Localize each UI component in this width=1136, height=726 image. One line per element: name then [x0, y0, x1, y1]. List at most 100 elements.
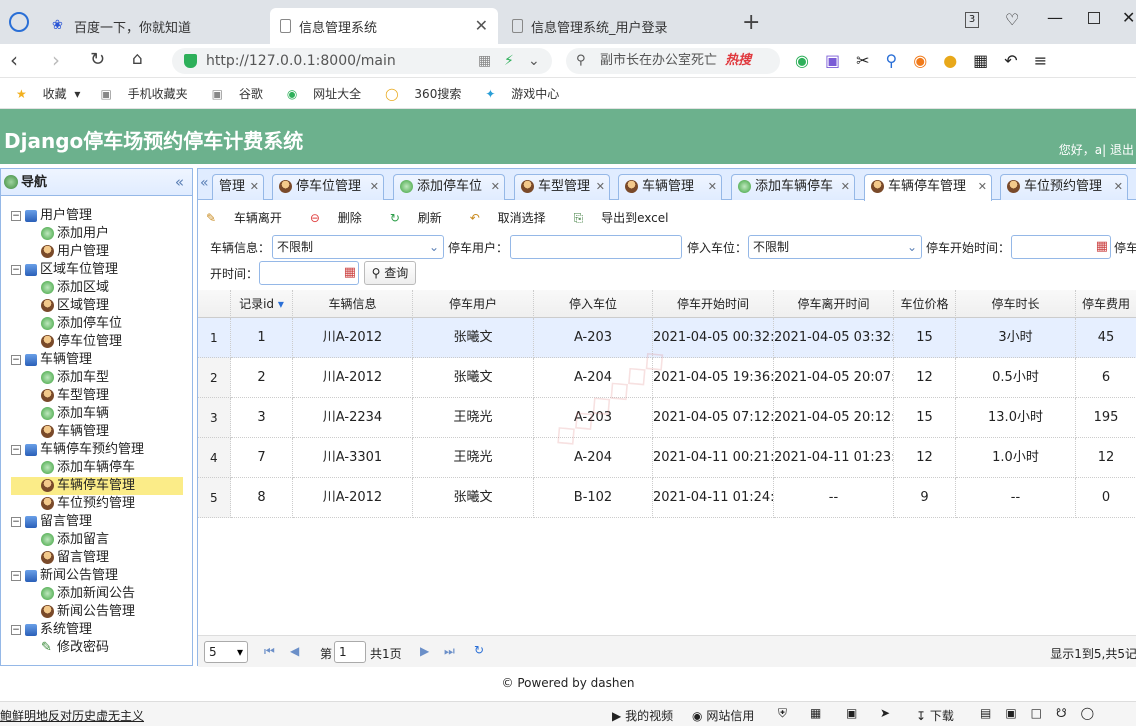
close-tab-icon[interactable]: ✕	[370, 175, 379, 199]
sidebar-item[interactable]: 用户管理	[41, 243, 183, 261]
sidebar-item[interactable]: 车辆管理	[41, 423, 183, 441]
sidebar-item[interactable]: 添加停车位	[41, 315, 183, 333]
sidebar-item[interactable]: 区域管理	[41, 297, 183, 315]
close-tab-icon[interactable]: ✕	[978, 175, 987, 199]
sidebar-item[interactable]: 车型管理	[41, 387, 183, 405]
new-tab-icon[interactable]: +	[742, 10, 760, 35]
sidebar-item[interactable]: 添加留言	[41, 531, 183, 549]
collapse-node-icon[interactable]: −	[11, 264, 21, 275]
browser-logo-icon[interactable]	[9, 12, 29, 32]
browser-tab-main[interactable]: 信息管理系统 ✕	[270, 8, 498, 44]
collapse-node-icon[interactable]: −	[11, 570, 21, 581]
bookmark-google[interactable]: ▣ 谷歌	[204, 85, 267, 102]
refresh-icon[interactable]: ↻	[474, 643, 484, 657]
shirt-icon[interactable]: ♡	[1005, 10, 1019, 29]
sidebar-item[interactable]: ✎ 修改密码	[41, 639, 183, 657]
status-icons[interactable]: ▤▣□☋◯	[980, 706, 1108, 720]
translate-icon[interactable]: ▣	[825, 51, 840, 70]
first-page-icon[interactable]: ⏮	[264, 644, 275, 659]
prev-page-icon[interactable]: ◀	[290, 644, 299, 658]
collapse-node-icon[interactable]: −	[11, 444, 21, 455]
undo-icon[interactable]: ↶	[1004, 51, 1017, 70]
site-credit-button[interactable]: ◉ 网站信用	[692, 707, 754, 724]
close-window-icon[interactable]: ✕	[1122, 8, 1135, 27]
panel-tab[interactable]: 管理 ✕	[212, 174, 264, 200]
game-icon[interactable]: ◉	[913, 51, 927, 70]
sidebar-item[interactable]: − 用户管理	[11, 207, 183, 225]
sidebar-item[interactable]: 添加新闻公告	[41, 585, 183, 603]
home-icon[interactable]: ⌂	[132, 49, 143, 69]
sidebar-item[interactable]: − 区域车位管理	[11, 261, 183, 279]
close-tab-icon[interactable]: ✕	[475, 16, 488, 35]
back-icon[interactable]: ‹	[10, 48, 18, 72]
column-header[interactable]: 停车离开时间	[774, 290, 894, 318]
sidebar-item[interactable]: − 新闻公告管理	[11, 567, 183, 585]
shield-icon[interactable]: ⛨	[778, 706, 787, 721]
sidebar-item[interactable]: 添加用户	[41, 225, 183, 243]
image-icon[interactable]: ▦	[810, 706, 821, 720]
menu-icon[interactable]: ≡	[1034, 51, 1047, 70]
forward-icon[interactable]: ›	[52, 48, 60, 72]
panel-tab[interactable]: 添加停车位 ✕	[393, 174, 505, 200]
sidebar-item[interactable]: 车位预约管理	[41, 495, 183, 513]
maximize-icon[interactable]	[1088, 12, 1100, 24]
column-header[interactable]: 停车费用	[1076, 290, 1136, 318]
coin-icon[interactable]: ●	[943, 51, 957, 70]
chevron-down-icon[interactable]: ⌄	[528, 48, 540, 74]
bookmark-sites[interactable]: ◉ 网址大全	[279, 85, 365, 102]
search-field[interactable]: ⚲ 副市长在办公室死亡 热搜	[566, 48, 780, 74]
bookmark-mobile[interactable]: ▣ 手机收藏夹	[92, 85, 191, 102]
delete-button[interactable]: ⊖ 删除	[310, 209, 376, 226]
scissors-icon[interactable]: ✂	[856, 51, 869, 70]
parking-user-input[interactable]	[510, 235, 682, 259]
sidebar-item[interactable]: 留言管理	[41, 549, 183, 567]
column-header[interactable]	[198, 290, 231, 318]
collapse-node-icon[interactable]: −	[11, 210, 21, 221]
browser-tab-baidu[interactable]: ❀ 百度一下，你就知道	[42, 8, 266, 44]
user-greeting[interactable]: 您好，a| 退出	[1059, 141, 1134, 158]
column-header[interactable]: 停车用户	[413, 290, 534, 318]
sidebar-item[interactable]: − 车辆停车预约管理	[11, 441, 183, 459]
calendar-icon[interactable]: ▦	[1096, 239, 1108, 254]
sidebar-item[interactable]: 停车位管理	[41, 333, 183, 351]
column-header[interactable]: 停车时长	[956, 290, 1076, 318]
calendar-icon[interactable]: ▦	[344, 265, 356, 280]
page-size-select[interactable]: 5 ▾	[204, 641, 248, 663]
sidebar-item[interactable]: 添加区域	[41, 279, 183, 297]
sort-desc-icon[interactable]: ▾	[274, 297, 284, 311]
close-tab-icon[interactable]: ✕	[1114, 175, 1123, 199]
sidebar-item[interactable]: 新闻公告管理	[41, 603, 183, 621]
sidebar-item[interactable]: 车辆停车管理	[11, 477, 183, 495]
column-header[interactable]: 车位价格	[894, 290, 956, 318]
column-header[interactable]: 停入车位	[534, 290, 653, 318]
scroll-tabs-left-icon[interactable]: «	[200, 175, 209, 191]
tab-count-badge[interactable]: 3	[965, 12, 979, 28]
last-page-icon[interactable]: ⏭	[444, 644, 455, 659]
sidebar-item[interactable]: 添加车辆停车	[41, 459, 183, 477]
column-header[interactable]: 停车开始时间	[653, 290, 774, 318]
bookmark-360[interactable]: ◯ 360搜索	[377, 85, 465, 102]
sidebar-item[interactable]: − 车辆管理	[11, 351, 183, 369]
query-button[interactable]: ⚲ 查询	[364, 261, 416, 285]
close-tab-icon[interactable]: ✕	[250, 175, 259, 199]
next-page-icon[interactable]: ▶	[420, 644, 429, 658]
panel-tab[interactable]: 车位预约管理 ✕	[1000, 174, 1128, 200]
collapse-node-icon[interactable]: −	[11, 354, 21, 365]
export-excel-button[interactable]: ⎘ 导出到excel	[574, 209, 683, 226]
collapse-node-icon[interactable]: −	[11, 624, 21, 635]
car-leave-button[interactable]: ✎ 车辆离开	[206, 209, 296, 226]
collapse-sidebar-icon[interactable]: «	[175, 169, 184, 196]
url-field[interactable]: http://127.0.0.1:8000/main ▦ ⚡ ⌄	[172, 48, 552, 74]
panel-tab[interactable]: 车辆管理 ✕	[618, 174, 722, 200]
qr-icon[interactable]: ▦	[478, 48, 491, 74]
minimize-icon[interactable]: —	[1047, 8, 1063, 27]
start-time-input[interactable]: ▦	[1011, 235, 1111, 259]
lightning-icon[interactable]: ⚡	[504, 48, 514, 74]
bookmark-games[interactable]: ✦ 游戏中心	[477, 85, 563, 102]
download-button[interactable]: ↧ 下载	[916, 707, 954, 724]
refresh-button[interactable]: ↻ 刷新	[390, 209, 456, 226]
close-tab-icon[interactable]: ✕	[841, 175, 850, 199]
panel-tab[interactable]: 添加车辆停车 ✕	[731, 174, 855, 200]
page-number-input[interactable]: 1	[334, 641, 366, 663]
bookmark-favorites[interactable]: ★ 收藏 ▾	[8, 85, 80, 102]
